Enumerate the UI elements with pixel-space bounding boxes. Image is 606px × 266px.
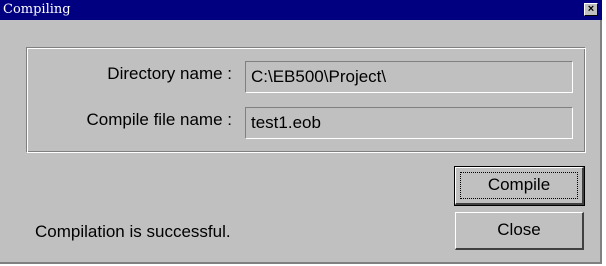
close-button-label: Close xyxy=(497,220,541,239)
compile-button-label: Compile xyxy=(487,175,551,194)
window-title: Compiling xyxy=(3,2,71,17)
directory-name-label: Directory name : xyxy=(107,64,232,83)
status-message: Compilation is successful. xyxy=(35,222,231,241)
compile-button[interactable]: Compile xyxy=(454,166,585,206)
close-button[interactable]: Close xyxy=(455,212,584,250)
compile-file-name-label: Compile file name : xyxy=(86,110,232,129)
directory-name-field: C:\EB500\Project\ xyxy=(245,61,573,93)
compiling-dialog: Compiling × Directory name : C:\EB500\Pr… xyxy=(0,0,602,264)
compile-file-name-field: test1.eob xyxy=(245,107,573,139)
close-icon[interactable]: × xyxy=(584,3,598,16)
title-bar[interactable]: Compiling × xyxy=(0,0,602,20)
